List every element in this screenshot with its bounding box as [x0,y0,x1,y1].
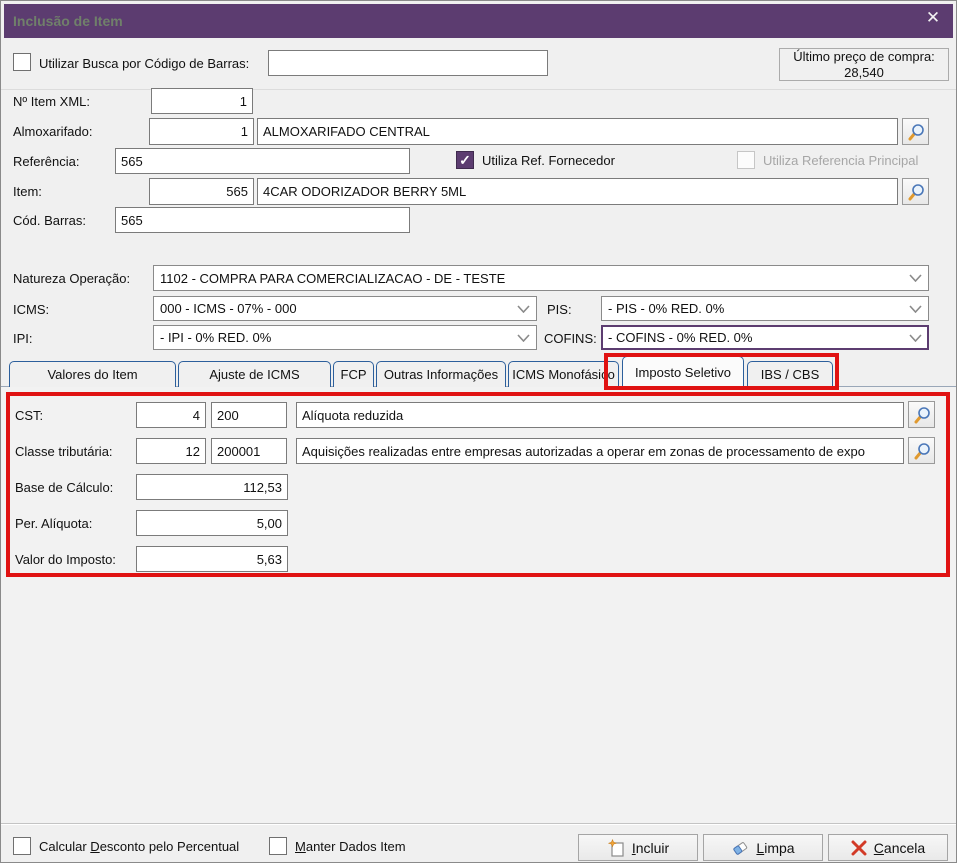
separator-top [1,89,956,90]
item-label: Item: [13,184,42,199]
chevron-down-icon [909,274,922,282]
chevron-down-icon [909,304,922,313]
referencia-input[interactable] [115,148,410,174]
eraser-icon [731,839,749,857]
utiliza-referencia-principal-checkbox [737,151,755,169]
valor-do-imposto-input[interactable] [136,546,288,572]
dialog-inclusao-de-item: Inclusão de Item ✕ Utilizar Busca por Có… [0,0,957,863]
limpa-button[interactable]: Limpa [703,834,823,861]
limpa-button-label: Limpa [756,839,795,856]
utiliza-ref-fornecedor-label: Utiliza Ref. Fornecedor [482,153,615,168]
tab-label: IBS / CBS [760,367,820,382]
per-aliquota-label: Per. Alíquota: [15,516,93,531]
manter-dados-item-label: Manter Dados Item [295,839,406,854]
classe-tributaria-label: Classe tributária: [15,444,113,459]
per-aliquota-input[interactable] [136,510,288,536]
cod-barras-label: Cód. Barras: [13,213,86,228]
title-bar: Inclusão de Item [4,4,953,38]
icms-select[interactable]: 000 - ICMS - 07% - 000 [153,296,537,321]
cancela-button[interactable]: Cancela [828,834,948,861]
ipi-value: - IPI - 0% RED. 0% [160,330,272,345]
cancel-x-icon [851,840,867,856]
chevron-down-icon [517,304,530,313]
cofins-select[interactable]: - COFINS - 0% RED. 0% [601,325,929,350]
close-icon[interactable]: ✕ [920,6,946,30]
utiliza-ref-fornecedor-checkbox[interactable]: ✓ [456,151,474,169]
tab-label: Valores do Item [47,367,138,382]
dialog-title: Inclusão de Item [13,13,123,29]
classe-code2-input[interactable] [211,438,287,464]
tab-label: FCP [340,367,367,382]
item-code-input[interactable] [149,178,254,205]
cofins-value: - COFINS - 0% RED. 0% [608,330,753,345]
ipi-select[interactable]: - IPI - 0% RED. 0% [153,325,537,350]
incluir-button[interactable]: Incluir [578,834,698,861]
calcular-desconto-label: Calcular Desconto pelo Percentual [39,839,240,854]
tab-label: Outras Informações [383,367,499,382]
almoxarifado-code-input[interactable] [149,118,254,145]
icms-label: ICMS: [13,302,50,317]
add-page-icon [607,838,625,857]
classe-desc-input[interactable] [296,438,904,464]
tab-label: Ajuste de ICMS [209,367,300,382]
item-name-input[interactable] [257,178,898,205]
cst-search-button[interactable] [908,401,935,428]
item-search-button[interactable] [902,178,929,205]
item-xml-input[interactable] [151,88,253,114]
icms-value: 000 - ICMS - 07% - 000 [160,301,297,316]
last-purchase-price-box: Último preço de compra: 28,540 [779,48,949,81]
tab-ibs-cbs[interactable]: IBS / CBS [747,361,833,387]
base-de-calculo-input[interactable] [136,474,288,500]
utiliza-referencia-principal-label: Utiliza Referencia Principal [763,153,919,168]
barcode-search-label: Utilizar Busca por Código de Barras: [39,56,250,71]
tab-outras-informacoes[interactable]: Outras Informações [376,361,506,387]
tab-fcp[interactable]: FCP [333,361,374,387]
base-de-calculo-label: Base de Cálculo: [15,480,114,495]
natureza-operacao-value: 1102 - COMPRA PARA COMERCIALIZACAO - DE … [160,270,506,286]
item-xml-label: Nº Item XML: [13,94,90,109]
manter-dados-item-checkbox[interactable] [269,837,287,855]
chevron-down-icon [517,333,530,342]
natureza-operacao-label: Natureza Operação: [13,271,131,286]
magnifier-icon [913,442,931,460]
classe-search-button[interactable] [908,437,935,464]
separator-footer [1,823,956,825]
magnifier-icon [913,406,931,424]
barcode-search-checkbox[interactable] [13,53,31,71]
cst-label: CST: [15,408,44,423]
calcular-desconto-checkbox[interactable] [13,837,31,855]
barcode-search-input[interactable] [268,50,548,76]
tab-icms-monofasico[interactable]: ICMS Monofásico [508,361,619,387]
natureza-operacao-select[interactable]: 1102 - COMPRA PARA COMERCIALIZACAO - DE … [153,265,929,291]
almoxarifado-name-input[interactable] [257,118,898,145]
last-purchase-price-label: Último preço de compra: [793,49,935,64]
tab-valores-do-item[interactable]: Valores do Item [9,361,176,387]
last-purchase-price-value: 28,540 [844,65,884,80]
cst-code2-input[interactable] [211,402,287,428]
incluir-button-label: Incluir [631,839,670,856]
valor-do-imposto-label: Valor do Imposto: [15,552,116,567]
tab-label: Imposto Seletivo [634,364,732,380]
cst-desc-input[interactable] [296,402,904,428]
cod-barras-input[interactable] [115,207,410,233]
tab-imposto-seletivo[interactable]: Imposto Seletivo [622,356,744,387]
pis-label: PIS: [547,302,572,317]
cancela-button-label: Cancela [873,839,926,856]
cst-code-input[interactable] [136,402,206,428]
almoxarifado-label: Almoxarifado: [13,124,93,139]
tab-ajuste-de-icms[interactable]: Ajuste de ICMS [178,361,331,387]
magnifier-icon [907,123,925,141]
cofins-label: COFINS: [544,331,597,346]
classe-code-input[interactable] [136,438,206,464]
pis-select[interactable]: - PIS - 0% RED. 0% [601,296,929,321]
pis-value: - PIS - 0% RED. 0% [608,301,725,316]
tab-label: ICMS Monofásico [512,367,615,382]
referencia-label: Referência: [13,154,80,169]
almoxarifado-search-button[interactable] [902,118,929,145]
magnifier-icon [907,183,925,201]
chevron-down-icon [909,333,922,342]
ipi-label: IPI: [13,331,33,346]
